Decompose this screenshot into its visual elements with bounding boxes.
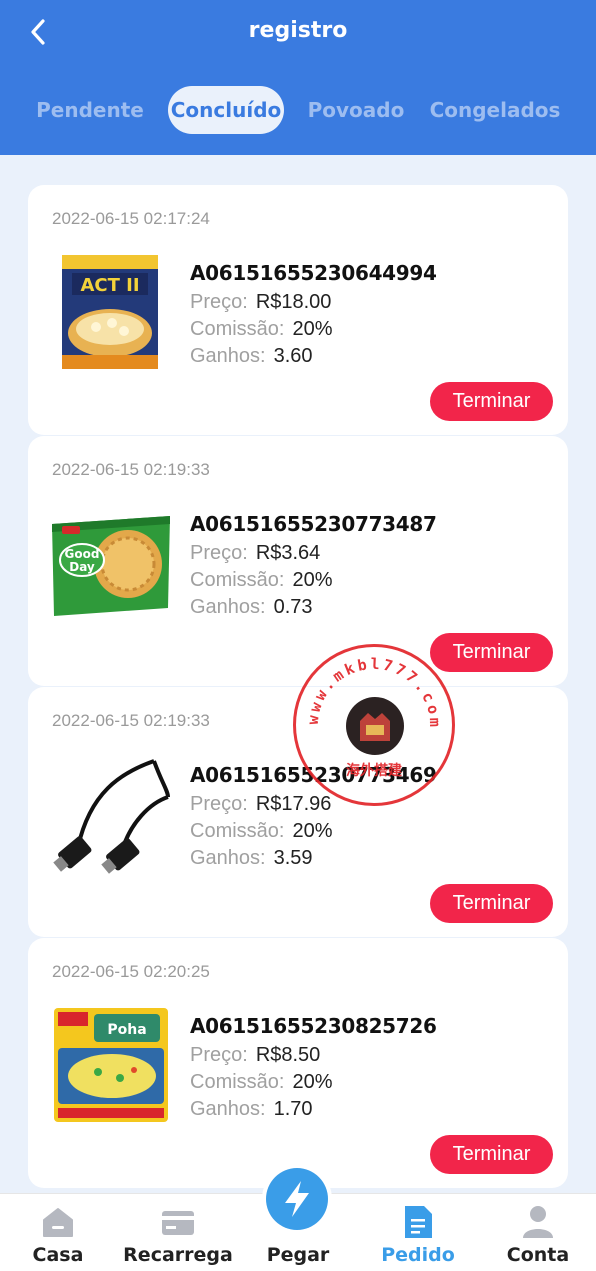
earnings-label: Ganhos: xyxy=(190,847,266,869)
earnings-row: Ganhos: 3.60 xyxy=(190,345,313,368)
user-icon xyxy=(523,1206,553,1238)
commission-value: 20% xyxy=(292,1071,333,1093)
tab-conta[interactable]: Conta xyxy=(483,1194,593,1271)
commission-label: Comissão: xyxy=(190,318,285,340)
svg-text:Poha: Poha xyxy=(107,1022,146,1038)
earnings-label: Ganhos: xyxy=(190,345,266,367)
order-date: 2022-06-15 02:20:25 xyxy=(52,962,210,981)
tab-concluido[interactable]: Concluído xyxy=(168,86,284,134)
svg-text:ACT II: ACT II xyxy=(80,275,139,296)
earnings-value: 1.70 xyxy=(273,1098,313,1120)
watermark-logo xyxy=(346,697,404,755)
price-label: Preço: xyxy=(190,1044,248,1066)
order-id: A06151655230644994 xyxy=(190,261,437,285)
tab-casa[interactable]: Casa xyxy=(3,1194,113,1271)
terminar-button[interactable]: Terminar xyxy=(430,382,553,421)
svg-text:Good: Good xyxy=(65,547,100,561)
terminar-button[interactable]: Terminar xyxy=(430,884,553,923)
earnings-value: 3.59 xyxy=(273,847,313,869)
commission-label: Comissão: xyxy=(190,1071,285,1093)
home-icon xyxy=(43,1208,73,1237)
terminar-button[interactable]: Terminar xyxy=(430,1135,553,1174)
order-date: 2022-06-15 02:19:33 xyxy=(52,711,210,730)
order-date: 2022-06-15 02:19:33 xyxy=(52,460,210,479)
commission-value: 20% xyxy=(292,318,333,340)
commission-row: Comissão: 20% xyxy=(190,318,333,341)
earnings-row: Ganhos: 3.59 xyxy=(190,847,313,870)
lightning-icon xyxy=(285,1181,309,1217)
earnings-label: Ganhos: xyxy=(190,1098,266,1120)
price-value: R$18.00 xyxy=(255,291,332,313)
commission-label: Comissão: xyxy=(190,820,285,842)
earnings-label: Ganhos: xyxy=(190,596,266,618)
tab-conta-label: Conta xyxy=(506,1244,570,1266)
tab-pegar-label: Pegar xyxy=(266,1244,330,1266)
tab-recarrega[interactable]: Recarrega xyxy=(123,1194,233,1271)
commission-row: Comissão: 20% xyxy=(190,820,333,843)
tab-pedido[interactable]: Pedido xyxy=(363,1194,473,1271)
commission-label: Comissão: xyxy=(190,569,285,591)
tab-pendente[interactable]: Pendente xyxy=(30,86,150,134)
document-icon xyxy=(405,1206,432,1238)
biscuit-product-image: Good Day xyxy=(52,516,170,616)
commission-value: 20% xyxy=(292,569,333,591)
order-id: A06151655230773487 xyxy=(190,512,437,536)
earnings-value: 3.60 xyxy=(273,345,313,367)
order-card: 2022-06-15 02:20:25 Poha A06151655230825… xyxy=(28,938,568,1188)
header: registro Pendente Concluído Povoado Cong… xyxy=(0,0,596,155)
tab-congelados[interactable]: Congelados xyxy=(428,86,562,134)
earnings-value: 0.73 xyxy=(273,596,313,618)
price-value: R$3.64 xyxy=(255,542,321,564)
order-card: 2022-06-15 02:17:24 ACT II A061516552306… xyxy=(28,185,568,435)
card-icon xyxy=(162,1211,194,1235)
price-label: Preço: xyxy=(190,291,248,313)
price-row: Preço: R$8.50 xyxy=(190,1044,320,1067)
earnings-row: Ganhos: 1.70 xyxy=(190,1098,313,1121)
poha-product-image: Poha xyxy=(54,1008,168,1122)
price-label: Preço: xyxy=(190,793,248,815)
svg-text:Day: Day xyxy=(69,560,95,574)
price-label: Preço: xyxy=(190,542,248,564)
price-value: R$8.50 xyxy=(255,1044,321,1066)
tab-pedido-label: Pedido xyxy=(381,1244,455,1266)
price-row: Preço: R$3.64 xyxy=(190,542,320,565)
status-tabs: Pendente Concluído Povoado Congelados xyxy=(0,86,596,134)
price-row: Preço: R$18.00 xyxy=(190,291,331,314)
order-id: A06151655230825726 xyxy=(190,1014,437,1038)
watermark-stamp: www.mkbl777.com 海外搭建 xyxy=(293,644,455,806)
svg-text:海外搭建: 海外搭建 xyxy=(346,762,402,779)
pegar-center-button[interactable] xyxy=(262,1164,332,1234)
commission-row: Comissão: 20% xyxy=(190,569,333,592)
tab-casa-label: Casa xyxy=(32,1244,84,1266)
tab-povoado[interactable]: Povoado xyxy=(302,86,410,134)
tab-recarrega-label: Recarrega xyxy=(123,1244,233,1266)
popcorn-product-image: ACT II xyxy=(62,255,158,369)
hdmi-cable-product-image xyxy=(53,759,170,874)
commission-row: Comissão: 20% xyxy=(190,1071,333,1094)
page-title: registro xyxy=(248,18,348,43)
commission-value: 20% xyxy=(292,820,333,842)
earnings-row: Ganhos: 0.73 xyxy=(190,596,313,619)
order-date: 2022-06-15 02:17:24 xyxy=(52,209,210,228)
